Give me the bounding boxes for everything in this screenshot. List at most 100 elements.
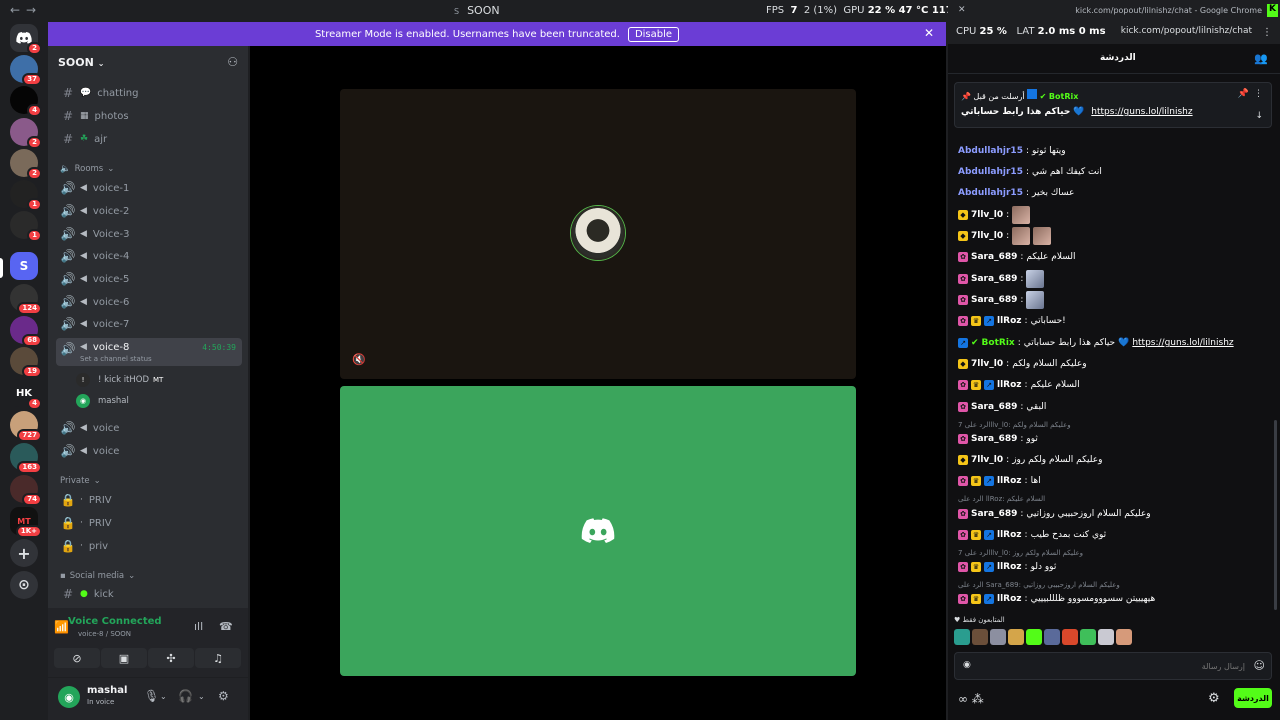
channel-status[interactable]: Set a channel status bbox=[80, 355, 152, 363]
server-icon[interactable]: 19 bbox=[10, 347, 42, 378]
close-icon[interactable]: ✕ bbox=[924, 26, 934, 40]
voice-channel[interactable]: 🔊 ◀ voice-7 bbox=[56, 314, 242, 334]
server-icon[interactable]: MT 1K+ bbox=[10, 507, 42, 538]
chat-message[interactable]: ↗ ✔ BotRix: حياكم هذا رابط حساباتي 💙 https://… bbox=[958, 334, 1234, 352]
disconnect-icon[interactable]: ☎ bbox=[219, 620, 233, 633]
avatar[interactable]: ◉ bbox=[58, 686, 80, 708]
emote-icon[interactable] bbox=[1026, 629, 1042, 645]
channel-chatting[interactable]: # 💬 chatting bbox=[56, 83, 242, 103]
emote-icon[interactable] bbox=[954, 629, 970, 645]
server-icon[interactable]: 74 bbox=[10, 475, 42, 506]
url-text[interactable]: kick.com/popout/lilnishz/chat bbox=[1121, 26, 1252, 36]
username[interactable]: mashal bbox=[87, 685, 127, 696]
voice-location[interactable]: voice-8 / SOON bbox=[78, 630, 131, 638]
server-icon-active[interactable]: S bbox=[10, 252, 38, 280]
server-icon[interactable]: 1 bbox=[10, 211, 42, 242]
voice-member[interactable]: ◉ mashal bbox=[76, 392, 244, 410]
camera-off-button[interactable]: ⊘ bbox=[54, 648, 100, 668]
server-icon[interactable]: 163 bbox=[10, 443, 42, 474]
chat-message[interactable]: Abdullahjr15: انت كيفك اهم شي bbox=[958, 163, 1102, 181]
discord-home-icon[interactable]: 2 bbox=[10, 24, 42, 55]
chat-input[interactable] bbox=[979, 658, 1245, 674]
add-member-icon[interactable]: ⚇ bbox=[227, 55, 238, 69]
headphones-icon[interactable]: 🎧 bbox=[178, 689, 193, 703]
channel-ajr[interactable]: # ☘ ajr bbox=[56, 129, 242, 149]
chat-message[interactable]: ✿ ♛ ↗ llRoz: هيهيييتن سسووومسووو ظلللبيييي bbox=[958, 590, 1155, 608]
chat-message[interactable]: ✿ ♛ ↗ llRoz: ثوي كنت بمدح طيب bbox=[958, 526, 1106, 544]
voice-channel[interactable]: 🔊 ◀ voice-5 bbox=[56, 269, 242, 289]
noise-suppression-icon[interactable]: ıll bbox=[194, 620, 203, 633]
activities-button[interactable]: ✣ bbox=[148, 648, 194, 668]
channel-photos[interactable]: # ▦ photos bbox=[56, 106, 242, 126]
explore-icon[interactable]: ⊙ bbox=[10, 571, 38, 599]
voice-channel[interactable]: 🔊 ◀ Voice-3 bbox=[56, 224, 242, 244]
send-chat-button[interactable]: الدردشة bbox=[1234, 688, 1272, 708]
server-icon[interactable]: 1 bbox=[10, 180, 42, 211]
soundboard-button[interactable]: ♫ bbox=[195, 648, 241, 668]
emote-icon[interactable] bbox=[1062, 629, 1078, 645]
voice-channel[interactable]: 🔊 ◀ voice bbox=[56, 441, 242, 461]
category-rooms[interactable]: 🔈 Rooms ⌄ bbox=[60, 164, 114, 174]
category-private[interactable]: Private ⌄ bbox=[60, 476, 101, 486]
voice-channel[interactable]: 🔊 ◀ voice-2 bbox=[56, 201, 242, 221]
private-channel[interactable]: 🔒 · priv bbox=[56, 536, 242, 556]
emote-icon[interactable] bbox=[1044, 629, 1060, 645]
chat-link[interactable]: https://guns.lol/lilnishz bbox=[1132, 338, 1233, 348]
voice-status[interactable]: Voice Connected bbox=[68, 616, 162, 627]
chat-message[interactable]: ✿ ♛ ↗ llRoz: السلام عليكم bbox=[958, 376, 1080, 394]
disable-streamer-button[interactable]: Disable bbox=[627, 26, 680, 42]
voice-channel[interactable]: 🔊 ◀ voice-1 bbox=[56, 178, 242, 198]
chevron-down-icon[interactable]: ⌄ bbox=[160, 692, 167, 701]
chat-scrollbar[interactable] bbox=[1274, 420, 1277, 610]
chat-message[interactable]: Abdullahjr15: عساك بخير bbox=[958, 184, 1074, 202]
more-icon[interactable]: ⋮ bbox=[1254, 89, 1263, 99]
server-icon[interactable]: 124 bbox=[10, 284, 42, 315]
server-icon[interactable]: 2 bbox=[10, 149, 42, 180]
chat-message[interactable]: ✿ Sara_689: bbox=[958, 270, 1045, 288]
chat-message[interactable]: ✿ Sara_689: السلام عليكم bbox=[958, 248, 1076, 266]
emote-icon[interactable] bbox=[1098, 629, 1114, 645]
participant-tile[interactable] bbox=[340, 386, 856, 676]
emote-icon[interactable] bbox=[1008, 629, 1024, 645]
pinned-message[interactable]: 📌 أرسلت من قبل ✔ BotRix 📌 ⋮ حياكم هذا را… bbox=[954, 82, 1272, 128]
emote-icon[interactable] bbox=[1080, 629, 1096, 645]
unpin-icon[interactable]: 📌 bbox=[1238, 89, 1249, 99]
menu-dots-icon[interactable]: ⋮ bbox=[1262, 27, 1272, 38]
users-icon[interactable]: 👥 bbox=[1254, 52, 1268, 65]
participant-tile[interactable]: 🔇 bbox=[340, 89, 856, 379]
server-icon[interactable]: HK 4 bbox=[10, 379, 42, 410]
chevron-down-icon[interactable]: ⌄ bbox=[198, 692, 205, 701]
server-icon[interactable]: 4 bbox=[10, 86, 42, 117]
screen-share-button[interactable]: ▣ bbox=[101, 648, 147, 668]
chat-message[interactable]: ◆ 7llv_l0: وعليكم السلام ولكم روز bbox=[958, 451, 1102, 469]
private-channel[interactable]: 🔒 · PRIV bbox=[56, 513, 242, 533]
chat-message[interactable]: ✿ Sara_689: ثوو bbox=[958, 430, 1038, 448]
chat-message[interactable]: ✿ ♛ ↗ llRoz: ثوو دلو bbox=[958, 558, 1056, 576]
category-social[interactable]: ▪ Social media ⌄ bbox=[60, 571, 135, 581]
chat-message[interactable]: ◆ 7llv_l0: وعليكم السلام ولكم bbox=[958, 355, 1087, 373]
emote-icon[interactable] bbox=[972, 629, 988, 645]
settings-gear-icon[interactable]: ⚙ bbox=[218, 689, 229, 703]
chat-input-box[interactable]: ◉ ☺ bbox=[954, 652, 1272, 680]
close-icon[interactable]: ✕ bbox=[958, 5, 966, 15]
microphone-icon[interactable]: 🎙 bbox=[144, 689, 159, 703]
shield-icon[interactable]: ◉ bbox=[963, 660, 971, 670]
voice-channel-active[interactable]: 🔊 ◀ voice-8 4:50:39 Set a channel status bbox=[56, 338, 242, 366]
emote-icon[interactable] bbox=[1116, 629, 1132, 645]
infinity-icon[interactable]: ∞ ⁂ bbox=[958, 692, 984, 706]
chat-message[interactable]: ✿ ♛ ↗ llRoz: اها bbox=[958, 472, 1041, 490]
chat-message[interactable]: ✿ ♛ ↗ llRoz: حساباتي! bbox=[958, 312, 1066, 330]
chat-message[interactable]: ✿ Sara_689: bbox=[958, 291, 1045, 309]
nav-arrows[interactable]: ←→ bbox=[10, 3, 42, 17]
server-header[interactable]: SOON ⌄ ⚇ bbox=[48, 46, 248, 78]
chat-message[interactable]: ◆ 7llv_l0: bbox=[958, 206, 1031, 224]
chat-message[interactable]: ✿ Sara_689: البقي bbox=[958, 398, 1046, 416]
reply-preview[interactable]: الرد على 7llv_l0: وعليكم السلام ولكم bbox=[958, 421, 1071, 429]
server-icon[interactable]: 2 bbox=[10, 118, 42, 149]
pinned-link[interactable]: https://guns.lol/lilnishz bbox=[1091, 107, 1192, 117]
voice-channel[interactable]: 🔊 ◀ voice-6 bbox=[56, 292, 242, 312]
chat-message[interactable]: Abdullahjr15: ويتها ثوتو bbox=[958, 142, 1066, 160]
server-icon[interactable]: 37 bbox=[10, 55, 42, 86]
reply-preview[interactable]: الرد على llRoz: السلام عليكم bbox=[958, 495, 1045, 503]
add-server-icon[interactable]: + bbox=[10, 539, 38, 567]
